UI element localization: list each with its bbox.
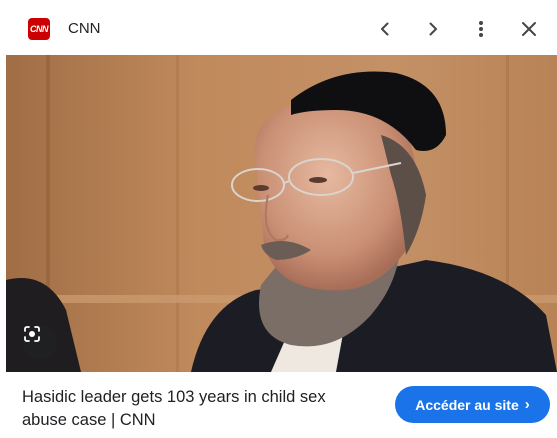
article-headline[interactable]: Hasidic leader gets 103 years in child s… — [22, 386, 372, 432]
more-vert-icon — [479, 21, 483, 37]
source-logo-text: CNN — [30, 24, 49, 34]
source-name[interactable]: CNN — [68, 20, 101, 37]
preview-image[interactable] — [6, 55, 557, 372]
news-photo — [6, 55, 557, 372]
preview-footer: Hasidic leader gets 103 years in child s… — [6, 372, 557, 438]
more-options-button[interactable] — [468, 16, 494, 42]
chevron-left-icon — [381, 22, 389, 36]
source-logo: CNN — [28, 18, 50, 40]
next-button[interactable] — [420, 16, 446, 42]
previous-button[interactable] — [372, 16, 398, 42]
visit-site-label: Accéder au site — [415, 396, 519, 413]
close-button[interactable] — [516, 16, 542, 42]
preview-header: CNN CNN — [6, 4, 557, 55]
chevron-right-icon — [429, 22, 437, 36]
chevron-right-icon: › — [524, 396, 530, 413]
close-icon — [522, 22, 536, 36]
visit-site-button[interactable]: Accéder au site › — [395, 386, 550, 423]
lens-icon — [24, 326, 40, 342]
google-lens-button[interactable] — [23, 325, 57, 359]
image-preview-panel: CNN CNN Hasidic leader gets 103 years in… — [6, 4, 557, 438]
